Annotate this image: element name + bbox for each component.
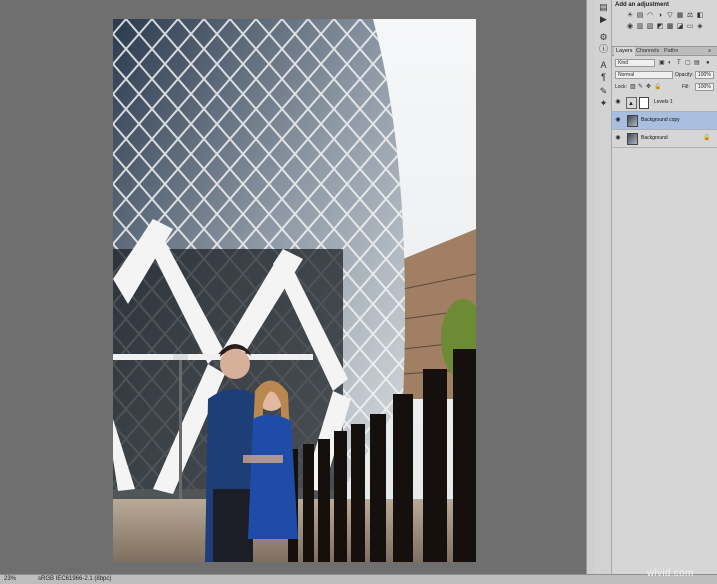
pixel-filter-icon[interactable]: ▣ [659, 59, 665, 67]
blend-mode-select[interactable]: Normal [615, 71, 673, 79]
layers-tab-bar: Layers Channels Paths ≡ [612, 46, 717, 56]
opacity-field[interactable]: 100% [695, 71, 714, 79]
lock-position-icon[interactable]: ✥ [646, 83, 651, 91]
filter-toggle-icon[interactable]: ● [706, 59, 710, 67]
thumbnail-image [628, 134, 637, 144]
status-bar: 23% sRGB IEC61966-2.1 (8bpc) [0, 574, 717, 584]
kind-filter-select[interactable]: Kind [615, 59, 655, 67]
levels-icon[interactable]: ▤ [636, 12, 644, 20]
blend-mode-value: Normal [618, 72, 635, 78]
lock-icon: 🔒 [703, 135, 711, 141]
curves-icon[interactable]: ◠ [646, 12, 654, 20]
panel-icon-strip: ▤ ▶ ⚙ ⓘ A ¶ ✎ ✦ [595, 0, 612, 574]
character-icon[interactable]: A [598, 60, 609, 71]
photoshop-window: ▤ ▶ ⚙ ⓘ A ¶ ✎ ✦ Add an adjustment ☀ ▤ ◠ ◑ ▽ ▦… [0, 0, 717, 584]
posterize-icon[interactable]: ▩ [666, 23, 674, 31]
zoom-level[interactable]: 23% [4, 576, 16, 582]
lock-label: Lock: [615, 84, 627, 90]
visibility-eye-icon[interactable]: ◉ [614, 116, 622, 124]
tab-channels[interactable]: Channels [634, 47, 661, 56]
exposure-icon[interactable]: ◑ [656, 12, 664, 20]
brush-presets-icon[interactable]: ✎ [598, 86, 609, 97]
info-icon[interactable]: ⓘ [598, 44, 609, 55]
thumbnail-image [628, 116, 637, 126]
layer-name: Background [641, 135, 668, 141]
shape-filter-icon[interactable]: ▢ [685, 59, 691, 67]
tab-paths[interactable]: Paths [662, 47, 680, 56]
color-lookup-icon[interactable]: ▧ [646, 23, 654, 31]
vibrance-icon[interactable]: ▽ [666, 12, 674, 20]
clone-source-icon[interactable]: ✦ [598, 98, 609, 109]
opacity-value: 100% [698, 72, 711, 78]
channel-mixer-icon[interactable]: ▥ [636, 23, 644, 31]
layer-row-background-copy[interactable]: ◉ Background copy [612, 112, 717, 130]
selective-color-icon[interactable]: ◈ [696, 23, 704, 31]
hue-saturation-icon[interactable]: ▦ [676, 12, 684, 20]
type-filter-icon[interactable]: T [677, 59, 681, 67]
document-image[interactable] [113, 19, 476, 562]
lock-image-icon[interactable]: ✎ [638, 83, 643, 91]
fill-label: Fill: [682, 84, 690, 90]
opacity-label: Opacity: [675, 72, 694, 78]
threshold-icon[interactable]: ◪ [676, 23, 684, 31]
panel-menu-icon[interactable]: ≡ [706, 47, 713, 56]
watermark-text: wlvid.com [647, 568, 694, 579]
couple-building-photo [113, 19, 476, 562]
gradient-map-icon[interactable]: ▭ [686, 23, 694, 31]
tab-layers[interactable]: Layers [614, 47, 635, 56]
filter-row: Kind ▣ ◐ T ▢ ▤ ● [612, 58, 717, 69]
adjustments-header: Add an adjustment [615, 2, 670, 8]
layer-row-levels[interactable]: ◉ ▲ Levels 1 [612, 94, 717, 112]
brightness-contrast-icon[interactable]: ☀ [626, 12, 634, 20]
blend-row: Normal Opacity: 100% [612, 70, 717, 81]
lock-all-icon[interactable]: 🔒 [654, 83, 661, 91]
invert-icon[interactable]: ◩ [656, 23, 664, 31]
smart-object-filter-icon[interactable]: ▤ [694, 59, 700, 67]
photo-filter-icon[interactable]: ◉ [626, 23, 634, 31]
lock-row: Lock: ▨ ✎ ✥ 🔒 Fill: 100% [612, 82, 717, 93]
layer-name: Levels 1 [654, 99, 673, 105]
properties-icon[interactable]: ⚙ [598, 32, 609, 43]
kind-label: Kind [618, 60, 629, 66]
layer-row-background[interactable]: ◉ Background 🔒 [612, 130, 717, 148]
document-canvas[interactable] [0, 0, 586, 574]
fill-value: 100% [698, 84, 711, 90]
fill-field[interactable]: 100% [695, 83, 714, 91]
vertical-scrollbar[interactable] [586, 0, 595, 574]
visibility-eye-icon[interactable]: ◉ [614, 134, 622, 142]
layer-mask-thumb [639, 97, 649, 109]
paragraph-icon[interactable]: ¶ [598, 72, 609, 83]
actions-play-icon[interactable]: ▶ [598, 14, 609, 25]
levels-adjustment-thumb: ▲ [626, 97, 637, 109]
levels-histogram-icon: ▲ [628, 101, 634, 107]
lock-transparent-icon[interactable]: ▨ [630, 83, 636, 91]
visibility-eye-icon[interactable]: ◉ [614, 98, 622, 106]
adjustment-filter-icon[interactable]: ◐ [668, 59, 672, 67]
color-balance-icon[interactable]: ⚖ [686, 12, 694, 20]
black-white-icon[interactable]: ◧ [696, 12, 704, 20]
layer-thumbnail [627, 133, 638, 145]
document-profile[interactable]: sRGB IEC61966-2.1 (8bpc) [38, 576, 111, 582]
layer-thumbnail [627, 115, 638, 127]
layers-adjustments-panel: Add an adjustment ☀ ▤ ◠ ◑ ▽ ▦ ⚖ ◧ ◉ ▥ ▧ ◩ ▩ ◪ ▭ ◈ Layer… [612, 0, 717, 574]
history-icon[interactable]: ▤ [598, 2, 609, 13]
layer-name: Background copy [641, 117, 680, 123]
